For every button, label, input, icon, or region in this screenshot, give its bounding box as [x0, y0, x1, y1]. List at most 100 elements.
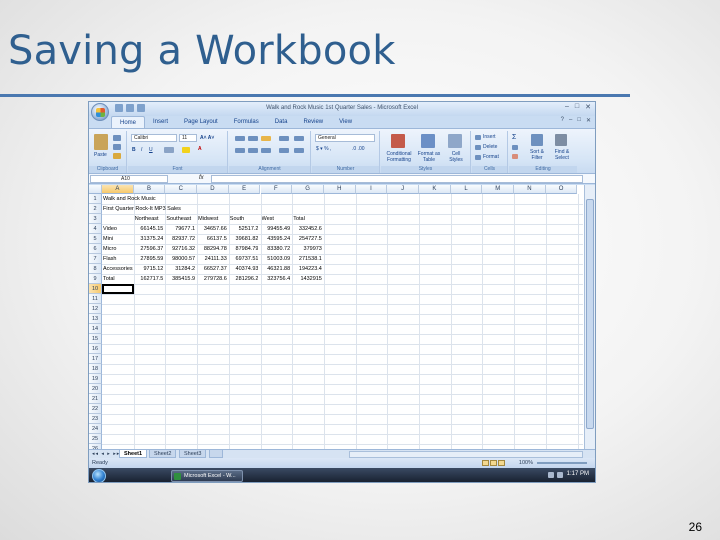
cell-f5[interactable]: 43595.24 — [262, 234, 290, 244]
horizontal-scrollbar[interactable] — [349, 451, 583, 458]
cell-b9[interactable]: 162717.5 — [135, 274, 163, 284]
column-header[interactable]: E — [228, 185, 261, 194]
conditional-formatting-icon[interactable] — [391, 134, 405, 148]
column-header[interactable]: F — [260, 185, 293, 194]
wrap-text-icon[interactable] — [294, 136, 304, 141]
tab-view[interactable]: View — [331, 116, 360, 128]
row-header[interactable]: 4 — [89, 224, 102, 234]
cell-a9[interactable]: Total — [103, 274, 136, 284]
cell-d6[interactable]: 88294.78 — [198, 244, 227, 254]
cell-f6[interactable]: 83380.72 — [262, 244, 290, 254]
ribbon-close-button[interactable]: ✕ — [586, 117, 591, 124]
help-icon[interactable]: ? — [561, 117, 564, 124]
bold-icon[interactable]: B — [132, 147, 136, 153]
tab-page-layout[interactable]: Page Layout — [176, 116, 226, 128]
cell-a1[interactable]: Walk and Rock Music — [103, 194, 230, 204]
cell-c9[interactable]: 385415.9 — [166, 274, 195, 284]
row-header[interactable]: 18 — [89, 364, 102, 374]
column-header[interactable]: A — [102, 185, 134, 194]
cell-a4[interactable]: Video — [103, 224, 136, 234]
column-header[interactable]: I — [355, 185, 388, 194]
column-header[interactable]: M — [482, 185, 515, 194]
cell-b3[interactable]: Northeast — [135, 214, 164, 224]
grow-font-icon[interactable]: A˄ A˅ — [200, 135, 214, 141]
taskbar-excel-item[interactable]: Microsoft Excel - W... — [171, 470, 243, 482]
start-button[interactable] — [92, 469, 106, 482]
cell-a7[interactable]: Flash — [103, 254, 136, 264]
cell-g7[interactable]: 271538.1 — [293, 254, 322, 264]
align-right-icon[interactable] — [261, 148, 271, 153]
font-size-select[interactable]: 11 — [179, 134, 197, 142]
underline-icon[interactable]: U — [149, 147, 153, 153]
cut-icon[interactable] — [113, 135, 121, 141]
cell-c4[interactable]: 79677.1 — [166, 224, 195, 234]
zoom-slider[interactable] — [537, 462, 587, 464]
cell-g4[interactable]: 332452.6 — [293, 224, 322, 234]
row-header[interactable]: 14 — [89, 324, 102, 334]
cell-f3[interactable]: West — [262, 214, 291, 224]
row-header[interactable]: 8 — [89, 264, 102, 274]
tab-review[interactable]: Review — [295, 116, 331, 128]
tab-insert[interactable]: Insert — [145, 116, 176, 128]
column-header[interactable]: N — [514, 185, 546, 194]
row-header[interactable]: 22 — [89, 404, 102, 414]
clear-icon[interactable] — [512, 154, 518, 159]
format-cells-icon[interactable] — [475, 155, 481, 160]
scroll-thumb[interactable] — [586, 199, 594, 429]
active-cell-cursor[interactable] — [102, 284, 134, 294]
format-painter-icon[interactable] — [113, 153, 121, 159]
fill-color-icon[interactable] — [182, 147, 190, 153]
row-header[interactable]: 6 — [89, 244, 102, 254]
cell-g5[interactable]: 254727.5 — [293, 234, 322, 244]
delete-cells-icon[interactable] — [475, 145, 481, 150]
column-header[interactable]: C — [165, 185, 198, 194]
borders-icon[interactable] — [164, 147, 174, 153]
cell-b8[interactable]: 9715.12 — [135, 264, 163, 274]
cell-f8[interactable]: 46321.88 — [262, 264, 290, 274]
column-header[interactable]: O — [545, 185, 578, 194]
paste-icon[interactable] — [94, 134, 108, 150]
cell-b6[interactable]: 27596.37 — [135, 244, 163, 254]
row-header[interactable]: 16 — [89, 344, 102, 354]
row-header[interactable]: 11 — [89, 294, 102, 304]
cell-b5[interactable]: 31375.24 — [135, 234, 163, 244]
row-header[interactable]: 25 — [89, 434, 102, 444]
cell-d9[interactable]: 279728.6 — [198, 274, 227, 284]
zoom-level[interactable]: 100% — [519, 458, 533, 468]
row-header[interactable]: 10 — [89, 284, 102, 294]
cell-e5[interactable]: 39681.82 — [230, 234, 259, 244]
function-icon[interactable]: fx — [199, 175, 204, 181]
cell-f4[interactable]: 99455.49 — [262, 224, 290, 234]
formula-input[interactable] — [211, 175, 583, 183]
cell-e7[interactable]: 69737.51 — [230, 254, 259, 264]
row-header[interactable]: 23 — [89, 414, 102, 424]
column-header[interactable]: J — [387, 185, 419, 194]
cell-e3[interactable]: South — [230, 214, 259, 224]
close-button[interactable]: ✕ — [585, 103, 591, 111]
volume-icon[interactable] — [557, 472, 563, 478]
cell-d8[interactable]: 66527.37 — [198, 264, 227, 274]
align-middle-icon[interactable] — [248, 136, 258, 141]
cell-a6[interactable]: Micro — [103, 244, 136, 254]
align-top-icon[interactable] — [235, 136, 245, 141]
find-select-icon[interactable] — [555, 134, 567, 146]
column-header[interactable]: G — [292, 185, 324, 194]
number-format-select[interactable]: General — [315, 134, 375, 142]
column-header[interactable]: L — [450, 185, 483, 194]
cell-c8[interactable]: 31284.2 — [166, 264, 195, 274]
ribbon-restore-button[interactable]: □ — [577, 117, 581, 124]
cell-g6[interactable]: 379973 — [293, 244, 322, 254]
maximize-button[interactable]: □ — [575, 103, 579, 111]
column-header[interactable]: D — [197, 185, 229, 194]
network-icon[interactable] — [548, 472, 554, 478]
cell-d3[interactable]: Midwest — [198, 214, 227, 224]
page-layout-view-icon[interactable] — [490, 460, 497, 466]
row-header[interactable]: 20 — [89, 384, 102, 394]
format-as-table-icon[interactable] — [421, 134, 435, 148]
fill-icon[interactable] — [512, 145, 518, 150]
italic-icon[interactable]: I — [141, 147, 142, 153]
decimal-icon[interactable]: .0 .00 — [352, 146, 365, 152]
sheet-tab-1[interactable]: Sheet1 — [119, 450, 148, 458]
row-header[interactable]: 3 — [89, 214, 102, 224]
row-header[interactable]: 21 — [89, 394, 102, 404]
